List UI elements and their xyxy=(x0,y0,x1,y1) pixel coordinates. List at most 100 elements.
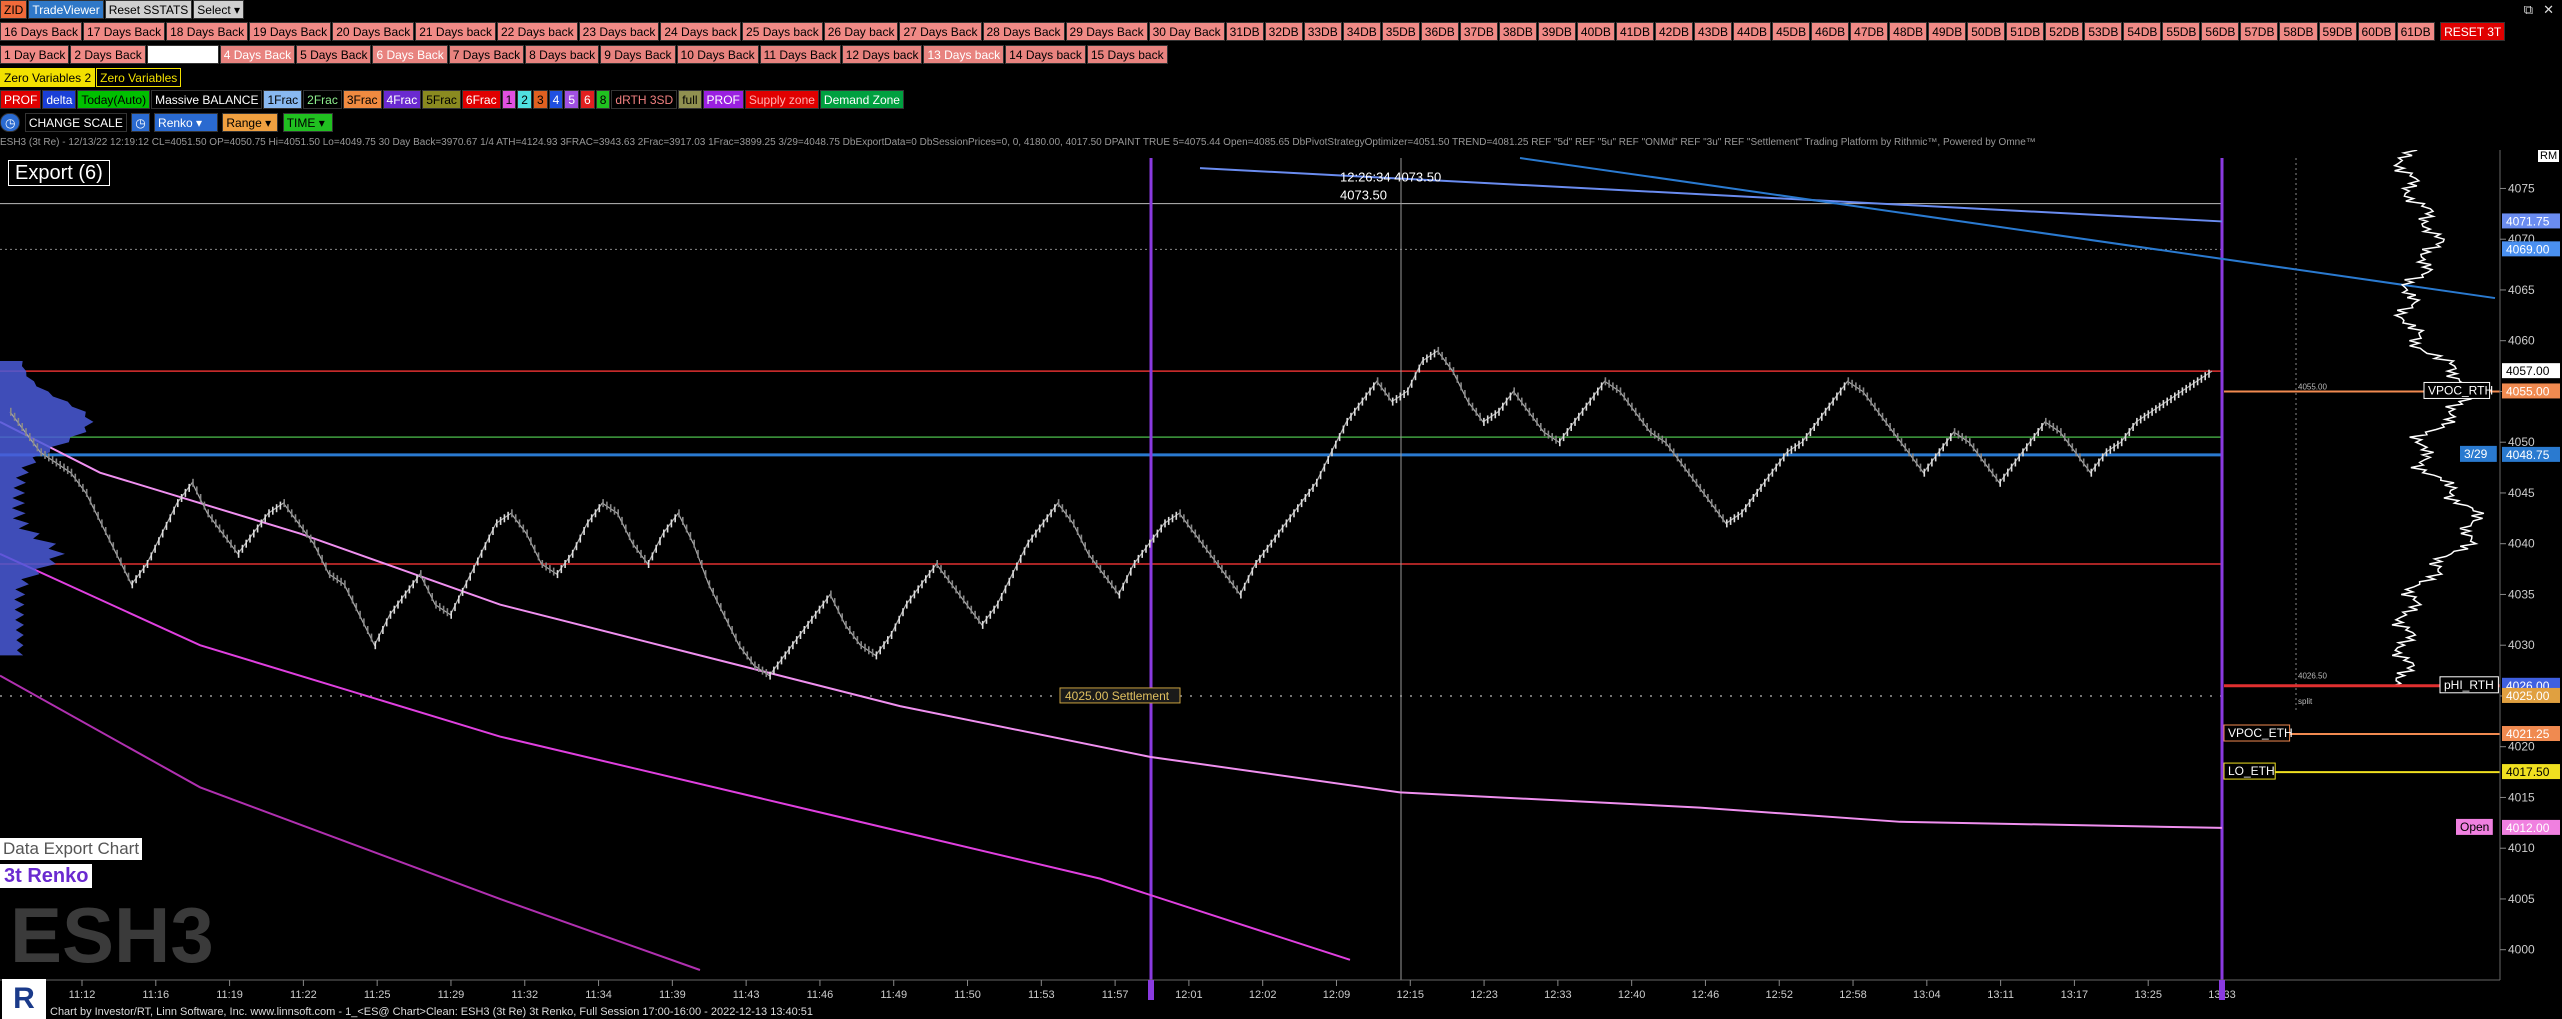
days-back-button[interactable]: 24 Days back xyxy=(660,22,742,41)
days-back-button[interactable]: 6 Days Back xyxy=(372,45,448,64)
days-back-button[interactable]: 52DB xyxy=(2045,22,2084,41)
days-back-button[interactable]: 30 Day Back xyxy=(1148,22,1225,41)
days-back-button[interactable]: 23 Days back xyxy=(578,22,660,41)
days-back-button[interactable]: 16 Days Back xyxy=(0,22,83,41)
days-back-button[interactable]: 15 Days back xyxy=(1086,45,1168,64)
days-back-button[interactable]: 20 Days Back xyxy=(332,22,415,41)
days-back-button[interactable]: 53DB xyxy=(2084,22,2123,41)
days-back-button[interactable]: 56DB xyxy=(2201,22,2240,41)
days-back-button[interactable]: 42DB xyxy=(1654,22,1694,41)
days-back-button[interactable]: 11 Days Back xyxy=(759,45,841,64)
close-icon[interactable]: ✕ xyxy=(2543,2,2554,18)
renko-brick xyxy=(921,580,923,589)
days-back-button[interactable]: 47DB xyxy=(1850,22,1889,41)
study-toggle-button[interactable]: 1Frac xyxy=(263,90,303,109)
days-back-button[interactable]: 31DB xyxy=(1225,22,1264,41)
days-back-button[interactable]: 48DB xyxy=(1889,22,1928,41)
days-back-button[interactable]: 10 Days Back xyxy=(676,45,759,64)
study-toggle-button[interactable]: Supply zone xyxy=(744,90,819,109)
study-toggle-button[interactable]: 4Frac xyxy=(382,90,422,109)
toolbar-button[interactable]: Reset SSTATS xyxy=(104,0,193,19)
study-toggle-button[interactable]: 6Frac xyxy=(461,90,501,109)
days-back-button[interactable]: 43DB xyxy=(1694,22,1733,41)
days-back-button[interactable]: 1 Day Back xyxy=(0,45,70,64)
study-toggle-button[interactable]: Massive BALANCE xyxy=(151,90,263,109)
study-toggle-button[interactable]: 8 xyxy=(595,90,611,109)
study-toggle-button[interactable]: delta xyxy=(42,90,77,109)
days-back-button[interactable]: 33DB xyxy=(1303,22,1342,41)
days-back-button[interactable]: 55DB xyxy=(2162,22,2201,41)
study-toggle-button[interactable]: Demand Zone xyxy=(819,90,904,109)
price-chart[interactable]: 4055.00 4026.50 split VPOC_RTH 3/29 pHI_RTH VP… xyxy=(0,150,2562,1019)
toolbar-button[interactable]: TradeViewer xyxy=(28,0,104,19)
days-back-button[interactable]: 44DB xyxy=(1733,22,1772,41)
days-back-button[interactable]: 40DB xyxy=(1576,22,1615,41)
days-back-button[interactable]: 58DB xyxy=(2279,22,2318,41)
study-toggle-button[interactable]: 1 xyxy=(501,90,517,109)
restore-icon[interactable]: ⧉ xyxy=(2524,2,2533,18)
days-back-button[interactable]: 14 Days back xyxy=(1005,45,1086,64)
days-back-button[interactable]: 12 Days back xyxy=(841,45,923,64)
days-back-button[interactable]: 59DB xyxy=(2318,22,2357,41)
study-toggle-button[interactable]: 2 xyxy=(517,90,532,109)
days-back-button[interactable]: 35DB xyxy=(1381,22,1420,41)
days-back-button[interactable]: 21 Days back xyxy=(415,22,496,41)
days-back-button[interactable]: 29 Days Back xyxy=(1065,22,1148,41)
study-toggle-button[interactable]: 4 xyxy=(548,90,564,109)
days-back-button[interactable]: 9 Days Back xyxy=(600,45,676,64)
time-select[interactable]: TIME ▾ xyxy=(282,113,333,132)
study-toggle-button[interactable]: Today(Auto) xyxy=(77,90,151,109)
study-toggle-button[interactable]: 6 xyxy=(580,90,595,109)
days-back-button[interactable]: 17 Days Back xyxy=(83,22,166,41)
days-back-button[interactable]: 27 Days Back xyxy=(899,22,982,41)
change-scale-button[interactable]: CHANGE SCALE xyxy=(24,113,127,132)
days-back-button[interactable]: 19 Days Back xyxy=(249,22,332,41)
chart-type-select[interactable]: Renko ▾ xyxy=(154,113,219,132)
days-back-button[interactable]: 32DB xyxy=(1264,22,1303,41)
day-back-blank-input[interactable] xyxy=(146,45,219,64)
days-back-button[interactable]: 51DB xyxy=(2006,22,2045,41)
days-back-button[interactable]: 57DB xyxy=(2240,22,2279,41)
days-back-button[interactable]: 54DB xyxy=(2123,22,2162,41)
days-back-button[interactable]: 2 Days Back xyxy=(70,45,146,64)
study-toggle-button[interactable]: 3Frac xyxy=(342,90,382,109)
days-back-button[interactable]: 45DB xyxy=(1772,22,1811,41)
range-select[interactable]: Range ▾ xyxy=(222,113,279,132)
days-back-button[interactable]: 8 Days back xyxy=(525,45,600,64)
zero-variables-button[interactable]: Zero Variables xyxy=(96,68,182,87)
study-toggle-button[interactable]: dRTH 3SD xyxy=(611,90,678,109)
days-back-button[interactable]: 39DB xyxy=(1537,22,1576,41)
days-back-button[interactable]: 38DB xyxy=(1498,22,1537,41)
reset-3t-button[interactable]: RESET 3T xyxy=(2440,22,2506,41)
study-toggle-button[interactable]: PROF xyxy=(0,90,42,109)
study-toggle-button[interactable]: PROF xyxy=(702,90,744,109)
zero-variables-button[interactable]: Zero Variables 2 xyxy=(0,68,96,87)
time-icon[interactable]: ◷ xyxy=(131,113,150,132)
days-back-button[interactable]: 25 Days back xyxy=(742,22,823,41)
study-toggle-button[interactable]: full xyxy=(678,90,702,109)
study-toggle-button[interactable]: 5Frac xyxy=(422,90,461,109)
days-back-button[interactable]: 49DB xyxy=(1928,22,1967,41)
days-back-button[interactable]: 22 Days back xyxy=(496,22,578,41)
days-back-button[interactable]: 41DB xyxy=(1615,22,1654,41)
days-back-button[interactable]: 18 Days Back xyxy=(166,22,249,41)
days-back-button[interactable]: 4 Days Back xyxy=(219,45,296,64)
days-back-button[interactable]: 26 Day back xyxy=(823,22,899,41)
study-toggle-button[interactable]: 5 xyxy=(564,90,580,109)
study-toggle-button[interactable]: 3 xyxy=(532,90,548,109)
days-back-button[interactable]: 34DB xyxy=(1342,22,1381,41)
clock-icon[interactable]: ◷ xyxy=(0,113,21,132)
days-back-button[interactable]: 5 Days Back xyxy=(296,45,372,64)
select-dropdown[interactable]: Select ▾ xyxy=(193,0,245,19)
days-back-button[interactable]: 46DB xyxy=(1811,22,1850,41)
study-toggle-button[interactable]: 2Frac xyxy=(303,90,342,109)
days-back-button[interactable]: 36DB xyxy=(1420,22,1459,41)
days-back-button[interactable]: 61DB xyxy=(2396,22,2435,41)
days-back-button[interactable]: 37DB xyxy=(1459,22,1498,41)
days-back-button[interactable]: 28 Days Back xyxy=(982,22,1065,41)
days-back-button[interactable]: 60DB xyxy=(2357,22,2396,41)
days-back-button[interactable]: 50DB xyxy=(1967,22,2006,41)
days-back-button[interactable]: 7 Days Back xyxy=(448,45,525,64)
toolbar-button[interactable]: ZID xyxy=(0,0,28,19)
days-back-button[interactable]: 13 Days back xyxy=(923,45,1005,64)
